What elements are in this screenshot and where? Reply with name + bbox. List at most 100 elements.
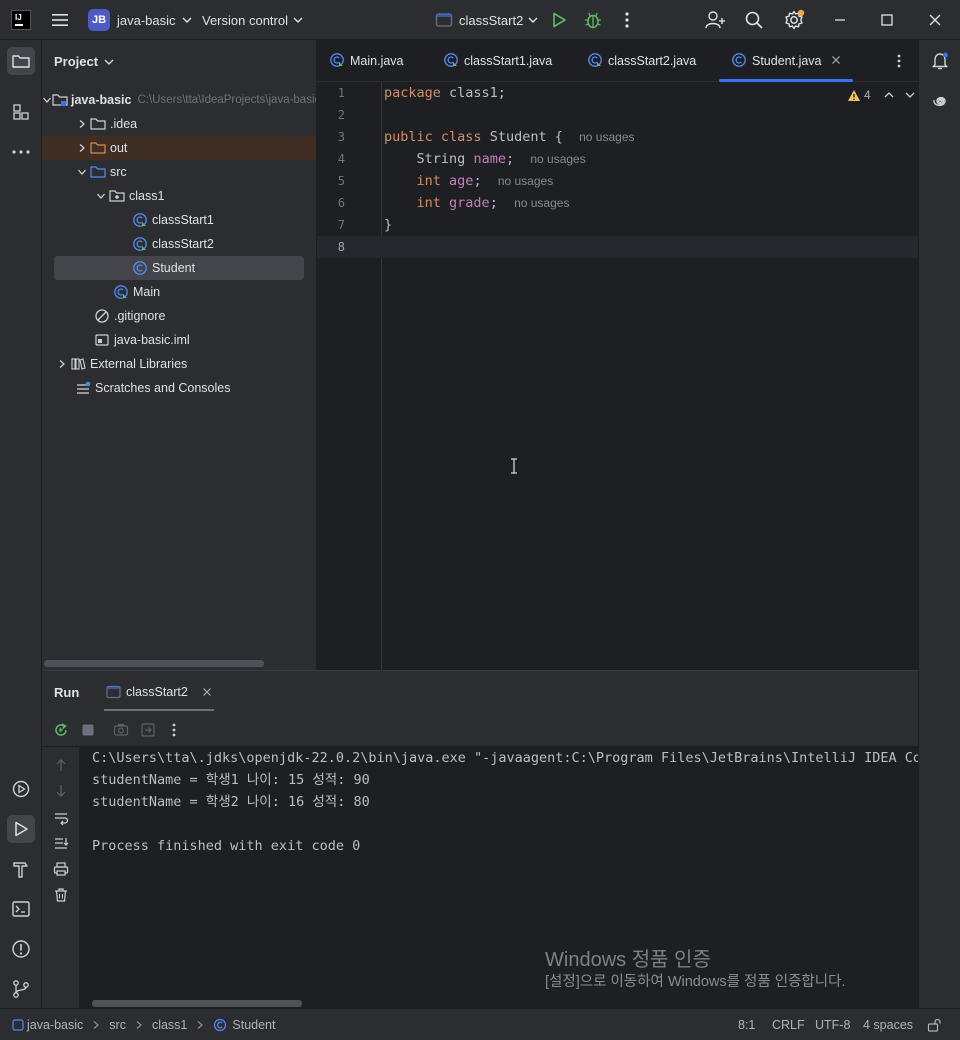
run-tab-classstart2[interactable]: classStart2 [104, 671, 214, 713]
code-line-6[interactable]: int grade; no usages [384, 192, 570, 214]
add-user-icon[interactable] [704, 10, 726, 30]
application-icon [435, 13, 453, 27]
console-line: Process finished with exit code 0 [92, 838, 361, 854]
more-icon[interactable] [617, 10, 637, 30]
project-selector[interactable]: JB java-basic [88, 0, 193, 40]
project-panel-header[interactable]: Project [54, 54, 115, 69]
git-tool-button[interactable] [7, 975, 35, 1003]
horizontal-scrollbar[interactable] [44, 660, 264, 667]
chevron-right-icon[interactable] [75, 136, 89, 160]
usage-hint[interactable]: no usages [498, 174, 553, 188]
terminal-tool-button[interactable] [7, 895, 35, 923]
chevron-down-icon[interactable] [75, 160, 89, 184]
code-line-4[interactable]: String name; no usages [384, 148, 586, 170]
chevron-down-icon[interactable] [94, 184, 108, 208]
breadcrumb-item[interactable]: src [109, 1018, 126, 1032]
git-branch-icon [13, 980, 29, 998]
exit-icon[interactable] [140, 722, 156, 738]
code-line-7[interactable]: } [384, 214, 392, 236]
left-tool-window-bar [0, 40, 42, 1008]
caret-position[interactable]: 8:1 [738, 1018, 755, 1032]
run-config-selector[interactable]: classStart2 [435, 0, 539, 40]
unlock-icon[interactable] [927, 1018, 941, 1032]
console-line: studentName = 학생2 나이: 16 성적: 80 [92, 794, 370, 810]
tree-item-classStart2[interactable]: classStart2 [42, 232, 316, 256]
services-tool-button[interactable] [7, 775, 35, 803]
build-tool-button[interactable] [7, 855, 35, 883]
tab-classstart1-java[interactable]: classStart1.java [443, 40, 552, 82]
tree-item-external-libraries[interactable]: External Libraries [42, 352, 316, 376]
settings-icon[interactable] [783, 9, 805, 31]
more-tools-button[interactable] [7, 138, 35, 166]
java-class-main-icon [131, 208, 149, 232]
camera-icon[interactable] [113, 722, 129, 738]
usage-hint[interactable]: no usages [530, 152, 585, 166]
file-encoding[interactable]: UTF-8 [815, 1018, 850, 1032]
code-line-3[interactable]: public class Student { no usages [384, 126, 635, 148]
minimize-icon[interactable] [832, 12, 848, 28]
tree-item-out[interactable]: out [42, 136, 316, 160]
rerun-icon[interactable] [53, 722, 69, 738]
tree-item-iml[interactable]: java-basic.iml [42, 328, 316, 352]
run-toolbar [42, 713, 918, 747]
close-icon[interactable] [202, 685, 212, 700]
line-number: 8 [337, 240, 345, 254]
usage-hint[interactable]: no usages [579, 130, 634, 144]
intellij-logo-icon[interactable]: IJ [11, 10, 31, 30]
usage-hint[interactable]: no usages [514, 196, 569, 210]
debug-icon[interactable] [583, 10, 603, 30]
chevron-down-icon[interactable] [904, 89, 916, 101]
code-class-name: Student [489, 129, 547, 145]
problems-tool-button[interactable] [7, 935, 35, 963]
run-tool-button[interactable] [7, 815, 35, 843]
hamburger-icon[interactable] [50, 12, 70, 28]
notifications-tool-button[interactable] [926, 47, 954, 75]
breadcrumb-item[interactable]: Student [232, 1018, 275, 1032]
chevron-down-icon [528, 17, 538, 23]
project-badge: JB [88, 9, 110, 31]
project-panel-title: Project [54, 54, 99, 69]
services-icon [12, 780, 30, 798]
tab-close-icon[interactable] [831, 54, 841, 68]
code-line-5[interactable]: int age; no usages [384, 170, 554, 192]
tree-item-class1[interactable]: class1 [42, 184, 316, 208]
breadcrumb-item[interactable]: class1 [152, 1018, 187, 1032]
more-icon[interactable] [166, 722, 182, 738]
current-line-highlight [317, 236, 918, 258]
vcs-selector[interactable]: Version control [202, 0, 304, 40]
tab-more-icon[interactable] [891, 53, 907, 69]
tree-item-student[interactable]: Student [54, 256, 304, 280]
hammer-icon [13, 862, 28, 878]
indent-setting[interactable]: 4 spaces [863, 1018, 913, 1032]
tree-item-main[interactable]: Main [42, 280, 316, 304]
tree-item-gitignore[interactable]: .gitignore [42, 304, 316, 328]
tab-classstart2-java[interactable]: classStart2.java [587, 40, 696, 82]
java-class-icon [731, 52, 747, 71]
inspection-widget[interactable]: 4 [847, 88, 916, 102]
stop-icon[interactable] [81, 723, 95, 737]
tree-item-scratches[interactable]: Scratches and Consoles [42, 376, 316, 400]
horizontal-scrollbar[interactable] [92, 1000, 302, 1007]
line-ending[interactable]: CRLF [772, 1018, 805, 1032]
tab-main-java[interactable]: Main.java [329, 40, 404, 82]
project-tool-button[interactable] [7, 47, 35, 75]
tree-item-src[interactable]: src [42, 160, 316, 184]
tree-item-idea[interactable]: .idea [42, 112, 316, 136]
module-icon [12, 1019, 24, 1031]
ai-assistant-tool-button[interactable] [926, 87, 954, 115]
tree-root-java-basic[interactable]: java-basic C:\Users\tta\IdeaProjects\jav… [42, 88, 316, 112]
search-icon[interactable] [744, 10, 764, 30]
close-icon[interactable] [927, 12, 943, 28]
maximize-icon[interactable] [879, 12, 895, 28]
tab-student-java[interactable]: Student.java [719, 40, 853, 82]
structure-tool-button[interactable] [7, 98, 35, 126]
chevron-up-icon[interactable] [883, 89, 895, 101]
code-line-1[interactable]: package class1; [384, 82, 506, 104]
tree-item-classStart1[interactable]: classStart1 [42, 208, 316, 232]
chevron-right-icon[interactable] [75, 112, 89, 136]
run-icon[interactable] [550, 11, 568, 29]
chevron-right-icon[interactable] [55, 352, 69, 376]
breadcrumb-item[interactable]: java-basic [27, 1018, 83, 1032]
chevron-down-icon[interactable] [42, 88, 52, 112]
tree-label: out [110, 141, 128, 155]
